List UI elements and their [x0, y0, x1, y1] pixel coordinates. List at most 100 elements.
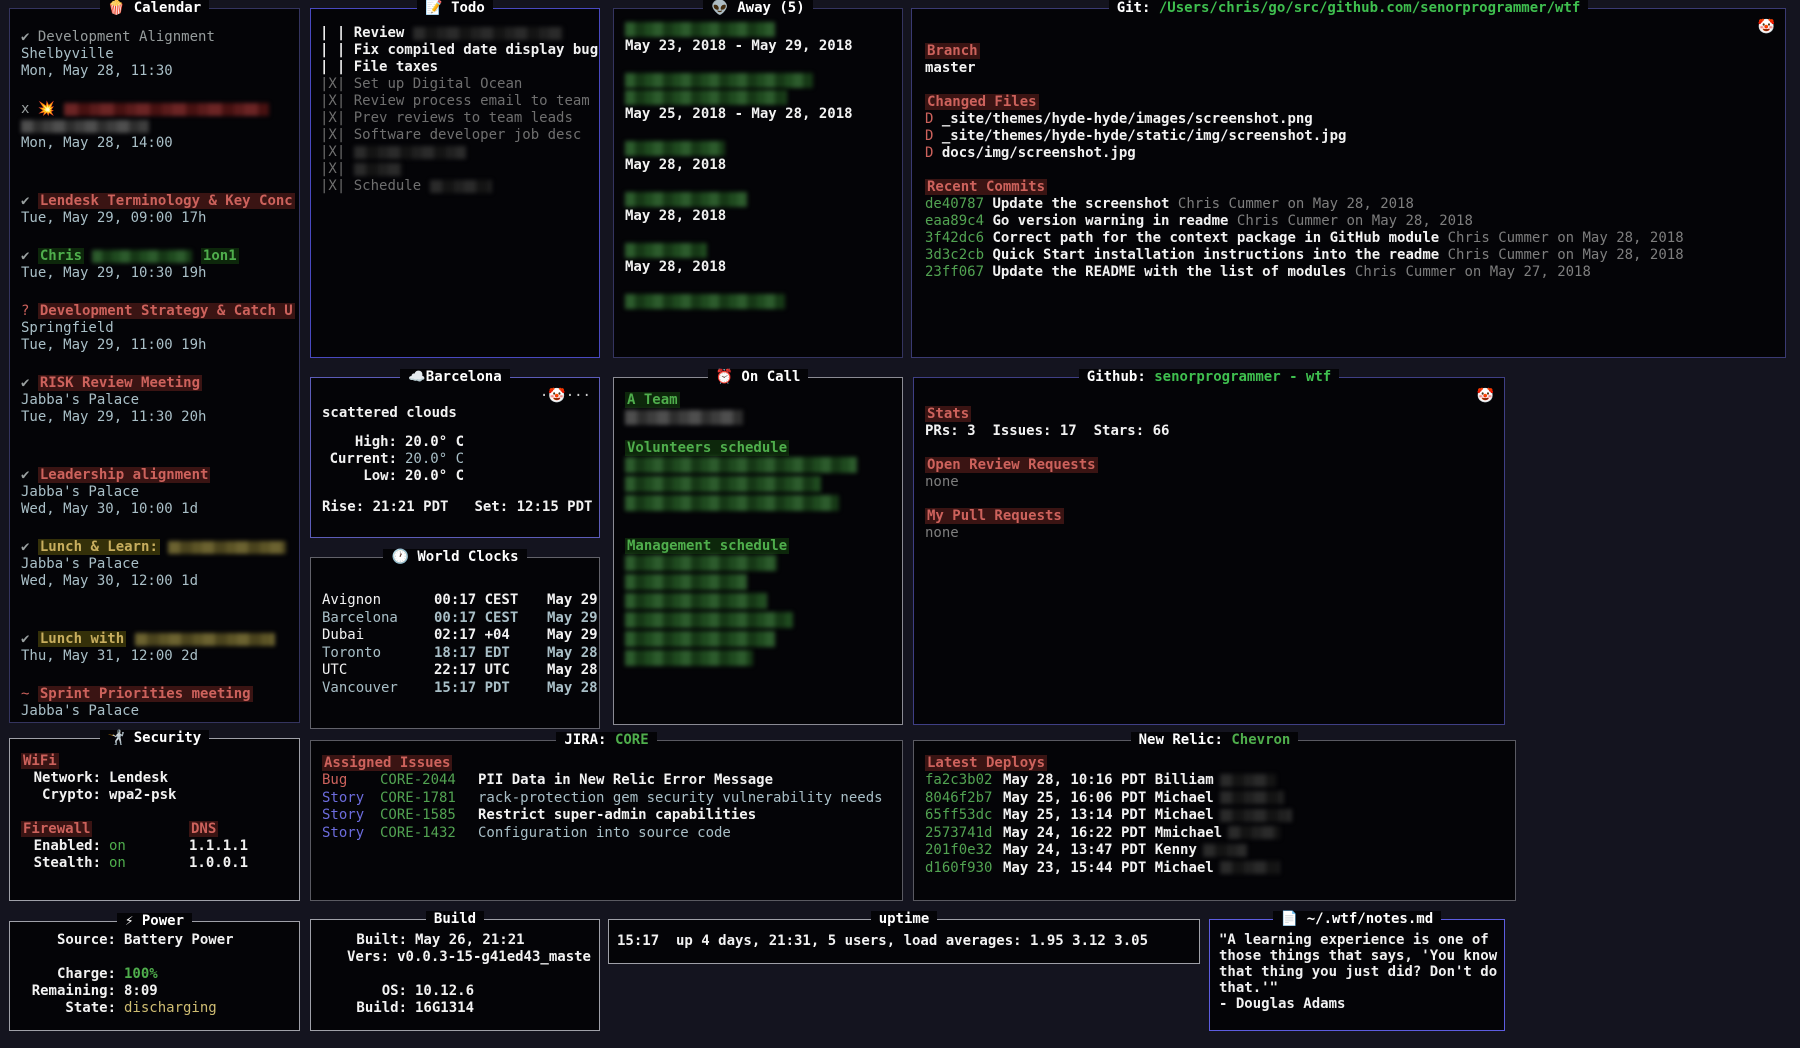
redacted-text	[1220, 774, 1276, 787]
stats-label: Stats	[925, 406, 971, 422]
redacted-schedule	[625, 574, 747, 590]
todo-item[interactable]: |X| Software developer job desc	[320, 127, 591, 144]
calendar-event: ✔ Development Alignment Shelbyville Mon,…	[21, 29, 291, 80]
redacted-schedule	[625, 593, 767, 609]
calendar-panel[interactable]: 🍿 Calendar ✔ Development Alignment Shelb…	[9, 8, 300, 723]
away-entry: May 28, 2018	[625, 140, 894, 174]
redacted-text	[354, 163, 402, 176]
build-panel[interactable]: Build Built:May 26, 21:21 Vers:v0.0.3-15…	[310, 919, 600, 1031]
git-panel-title: Git: /Users/chris/go/src/github.com/seno…	[912, 0, 1785, 17]
sunset-value: 12:15 PDT	[517, 499, 593, 515]
dns-label: DNS	[189, 821, 218, 837]
clock-row: Barcelona00:17 CESTMay 29	[322, 610, 591, 628]
calendar-event: ? Development Strategy & Catch U Springf…	[21, 303, 291, 354]
new-relic-panel-title: New Relic: Chevron	[914, 731, 1515, 749]
deploy-row: d160f930May 23, 15:44 PDT Michael	[925, 860, 1507, 878]
on-call-panel[interactable]: ⏰ On Call A Team Volunteers schedule Man…	[613, 377, 903, 725]
deploy-row: 2573741dMay 24, 16:22 PDT Mmichael	[925, 825, 1507, 843]
uptime-panel-title: uptime	[609, 910, 1199, 928]
jira-panel[interactable]: JIRA: CORE Assigned Issues BugCORE-2044P…	[310, 740, 903, 901]
weather-low-value: 20.0° C	[405, 468, 464, 485]
todo-item[interactable]: |X| Schedule	[320, 178, 591, 195]
management-schedule-label: Management schedule	[625, 538, 789, 554]
new-relic-app: Chevron	[1231, 732, 1290, 748]
commit-row: 3f42dc6 Correct path for the context pac…	[925, 230, 1777, 247]
redacted-text	[21, 120, 149, 133]
notes-attribution: - Douglas Adams	[1219, 996, 1498, 1013]
todo-item[interactable]: | | Review	[320, 25, 591, 42]
deploy-row: fa2c3b02May 28, 10:16 PDT Billiam	[925, 772, 1507, 790]
build-os-value: 10.12.6	[415, 983, 474, 1000]
todo-item[interactable]: |X| Set up Digital Ocean	[320, 76, 591, 93]
redacted-text	[1228, 826, 1280, 839]
deploy-row: 8046f2b7May 25, 16:06 PDT Michael	[925, 790, 1507, 808]
redacted-schedule	[625, 631, 775, 647]
firewall-enabled-value: on	[109, 838, 126, 855]
redacted-text	[1220, 809, 1292, 822]
security-panel-title: 🤺 Security	[10, 729, 299, 747]
weather-current-value: 20.0° C	[405, 451, 464, 468]
changed-files-label: Changed Files	[925, 94, 1039, 110]
power-panel[interactable]: ⚡ Power Source:Battery Power Charge:100%…	[9, 921, 300, 1031]
todo-item[interactable]: | | Fix compiled date display bug	[320, 42, 591, 59]
weather-barcelona-panel[interactable]: ☁️Barcelona ·🤡··· scattered clouds High:…	[310, 377, 600, 538]
my-pull-requests-value: none	[925, 525, 1496, 542]
commit-row: 3d3c2cb Quick Start installation instruc…	[925, 247, 1777, 264]
security-panel[interactable]: 🤺 Security WiFi Network:Lendesk Crypto:w…	[9, 738, 300, 901]
redacted-text	[430, 180, 492, 193]
github-panel[interactable]: Github: senorprogrammer - wtf 🤡 Stats PR…	[913, 377, 1505, 725]
open-review-requests-value: none	[925, 474, 1496, 491]
redacted-text	[354, 146, 466, 159]
todo-panel-title: 📝 Todo	[311, 0, 599, 17]
todo-item[interactable]: |X| Review process email to team	[320, 93, 591, 110]
recent-commits-label: Recent Commits	[925, 179, 1047, 195]
world-clocks-panel[interactable]: 🕐 World Clocks Avignon00:17 CESTMay 29 B…	[310, 557, 600, 729]
deploy-row: 65ff53dcMay 25, 13:14 PDT Michael	[925, 807, 1507, 825]
away-entry: May 23, 2018 - May 29, 2018	[625, 21, 894, 55]
my-pull-requests-label: My Pull Requests	[925, 508, 1064, 524]
todo-item[interactable]: |X|	[320, 144, 591, 161]
world-clocks-panel-title: 🕐 World Clocks	[311, 548, 599, 566]
redacted-schedule	[625, 612, 793, 628]
jira-issue-row[interactable]: StoryCORE-1781rack-protection gem securi…	[322, 790, 894, 808]
changed-file-row: D _site/themes/hyde-hyde/static/img/scre…	[925, 128, 1777, 145]
todo-item[interactable]: |X| Prev reviews to team leads	[320, 110, 591, 127]
loading-spinner: 🤡	[1758, 19, 1775, 36]
todo-panel[interactable]: 📝 Todo | | Review | | Fix compiled date …	[310, 8, 600, 358]
redacted-name	[625, 294, 785, 309]
notes-quote: "A learning experience is one of those t…	[1219, 932, 1498, 996]
changed-file-row: D _site/themes/hyde-hyde/images/screensh…	[925, 111, 1777, 128]
git-panel[interactable]: Git: /Users/chris/go/src/github.com/seno…	[911, 8, 1786, 358]
lightning-icon: ⚡	[125, 913, 133, 929]
notes-panel[interactable]: 📄 ~/.wtf/notes.md "A learning experience…	[1209, 919, 1505, 1031]
build-panel-title: Build	[311, 910, 599, 928]
new-relic-panel[interactable]: New Relic: Chevron Latest Deploys fa2c3b…	[913, 740, 1516, 901]
redacted-name	[625, 141, 725, 156]
clock-row: Toronto18:17 EDTMay 28	[322, 645, 591, 663]
away-entry: May 28, 2018	[625, 242, 894, 276]
calendar-event: x 💥 Mon, May 28, 14:00	[21, 101, 291, 152]
calendar-event: ~ Sprint Priorities meeting Jabba's Pala…	[21, 686, 291, 720]
dns-primary: 1.1.1.1	[189, 838, 248, 855]
calendar-event: ✔ Lendesk Terminology & Key Conc Tue, Ma…	[21, 193, 291, 227]
jira-issue-row[interactable]: StoryCORE-1585Restrict super-admin capab…	[322, 807, 894, 825]
calendar-panel-title: 🍿 Calendar	[10, 0, 299, 17]
jira-issue-row[interactable]: StoryCORE-1432Configuration into source …	[322, 825, 894, 843]
redacted-text	[1220, 791, 1284, 804]
todo-item[interactable]: | | File taxes	[320, 59, 591, 76]
jira-issue-row[interactable]: BugCORE-2044PII Data in New Relic Error …	[322, 772, 894, 790]
away-panel[interactable]: 👽 Away (5) May 23, 2018 - May 29, 2018 M…	[613, 8, 903, 358]
calendar-event: ✔ Lunch with Thu, May 31, 12:00 2d	[21, 631, 291, 665]
away-entry: May 28, 2018	[625, 191, 894, 225]
uptime-panel[interactable]: uptime 15:17 up 4 days, 21:31, 5 users, …	[608, 919, 1200, 964]
uptime-text: 15:17 up 4 days, 21:31, 5 users, load av…	[617, 933, 1191, 950]
power-source-value: Battery Power	[124, 932, 234, 949]
redacted-text	[135, 633, 275, 646]
redacted-schedule	[625, 495, 839, 511]
calendar-event: ✔ Leadership alignment Jabba's Palace We…	[21, 467, 291, 518]
wifi-label: WiFi	[21, 753, 59, 769]
redacted-name	[625, 73, 813, 88]
redacted-name	[625, 243, 707, 258]
todo-item[interactable]: |X|	[320, 161, 591, 178]
loading-spinner: 🤡	[1477, 388, 1494, 405]
